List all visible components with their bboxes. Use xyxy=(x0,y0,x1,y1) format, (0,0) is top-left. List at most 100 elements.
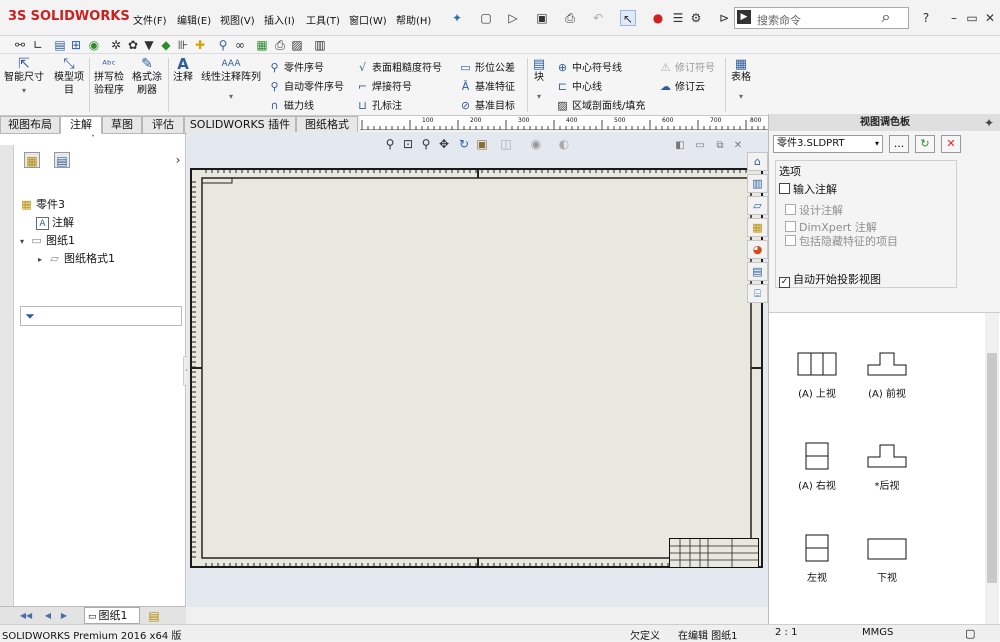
tree-item-annotations[interactable]: A 注解 xyxy=(36,214,74,230)
zoom-to-fit-icon[interactable]: ⚲ xyxy=(382,136,398,152)
datum-target-button[interactable]: ⊘ 基准目标 xyxy=(459,97,515,112)
view-bottom[interactable]: 下视 xyxy=(847,533,927,584)
surface-finish-button[interactable]: √ 表面粗糙度符号 xyxy=(356,59,442,74)
window-close-icon[interactable]: ✕ xyxy=(730,138,746,154)
hidden-features-checkbox[interactable]: 包括隐藏特征的项目 xyxy=(785,233,898,249)
tab-view-layout[interactable]: 视图布局 xyxy=(0,116,60,134)
revision-symbol-button[interactable]: ⚠ 修订符号 xyxy=(659,59,715,74)
tab-sketch[interactable]: 草图 xyxy=(102,116,142,134)
menu-file[interactable]: 文件(F) xyxy=(133,12,167,27)
gear-icon[interactable]: ✲ xyxy=(108,37,124,53)
pin-icon[interactable]: ✦ xyxy=(449,10,465,26)
tree-item-sheet-format[interactable]: ▸ ▱ 图纸格式1 xyxy=(38,250,115,266)
view-palette-icon[interactable]: ▦ xyxy=(747,218,768,237)
menu-tools[interactable]: 工具(T) xyxy=(306,12,340,27)
view-top[interactable]: (A) 上视 xyxy=(777,351,857,400)
appearances-icon[interactable]: ◕ xyxy=(747,240,768,259)
pan-icon[interactable]: ✥ xyxy=(436,136,452,152)
model-items-button[interactable]: ⤡ 模型项目 xyxy=(52,57,86,97)
select-arrow-icon[interactable]: ↖ xyxy=(620,10,636,26)
expand-down-icon[interactable]: ▾ xyxy=(20,237,24,246)
part-file-select[interactable]: 零件3.SLDPRT ▾ xyxy=(773,135,883,153)
area-hatch-button[interactable]: ▨ 区域剖面线/填充 xyxy=(556,97,645,112)
prev-sheet-icon[interactable]: ◀ xyxy=(40,608,56,624)
network-icon[interactable]: ⊞ xyxy=(68,37,84,53)
appearance-icon[interactable]: ◐ xyxy=(556,136,572,152)
open-icon[interactable]: ▷ xyxy=(505,10,521,26)
zoom-icon[interactable]: ⚲ xyxy=(215,37,231,53)
angle-icon[interactable]: ∟ xyxy=(30,37,46,53)
display-style-icon[interactable]: ◫ xyxy=(498,136,514,152)
auto-balloon-button[interactable]: ⚲ 自动零件序号 xyxy=(268,78,344,93)
menu-help[interactable]: 帮助(H) xyxy=(396,12,431,27)
new-document-icon[interactable]: ▢ xyxy=(478,10,494,26)
view-right[interactable]: (A) 右视 xyxy=(777,441,857,492)
hole-callout-button[interactable]: ⊔ 孔标注 xyxy=(356,97,402,112)
next-sheet-icon[interactable]: ▶ xyxy=(56,608,72,624)
glasses-icon[interactable]: ∞ xyxy=(232,37,248,53)
refresh-icon[interactable]: ↻ xyxy=(915,135,935,153)
view-left[interactable]: 左视 xyxy=(777,533,857,584)
import-annotations-checkbox[interactable]: 输入注解 xyxy=(779,181,837,197)
centerline-button[interactable]: ⊏ 中心线 xyxy=(556,78,602,93)
pin-marker-icon[interactable]: ◆ xyxy=(158,37,174,53)
tree-item-part[interactable]: ▦ 零件3 xyxy=(20,196,65,212)
feature-tree-tab-icon[interactable]: ▦ xyxy=(24,152,40,168)
file-explorer-icon[interactable]: ▱ xyxy=(747,196,768,215)
view-back[interactable]: *后视 xyxy=(847,441,927,492)
sheet-scale[interactable]: 2 : 1 xyxy=(775,627,797,638)
add-sheet-icon[interactable]: ▤ xyxy=(146,608,162,624)
note-button[interactable]: A 注释 xyxy=(170,57,196,84)
restore-icon[interactable]: ▭ xyxy=(964,10,980,26)
tree-filter[interactable]: ⏷ xyxy=(20,306,182,326)
table-button[interactable]: ▦ 表格 ▾ xyxy=(728,58,754,103)
clear-icon[interactable]: ✕ xyxy=(941,135,961,153)
tab-annotation[interactable]: 注解 xyxy=(60,116,102,134)
smart-dimension-button[interactable]: ⇱ 智能尺寸 ▾ xyxy=(3,57,45,97)
pin-icon[interactable]: ✦ xyxy=(981,115,997,131)
link-icon[interactable]: ⚯ xyxy=(12,37,28,53)
rebuild-icon[interactable]: ● xyxy=(650,10,666,26)
forum-icon[interactable]: ⌸ xyxy=(747,284,768,303)
center-mark-button[interactable]: ⊕ 中心符号线 xyxy=(556,59,622,74)
browse-button[interactable]: ... xyxy=(889,135,909,153)
magnetic-line-button[interactable]: ∩ 磁力线 xyxy=(268,97,314,112)
save-icon[interactable]: ▣ xyxy=(534,10,550,26)
properties-icon[interactable]: ▥ xyxy=(312,37,328,53)
component-icon[interactable]: ✿ xyxy=(125,37,141,53)
undo-icon[interactable]: ↶ xyxy=(590,10,606,26)
auto-projected-view-checkbox[interactable]: ✓ 自动开始投影视图 xyxy=(779,271,881,288)
panel-grip[interactable]: • xyxy=(0,134,186,140)
image-icon[interactable]: ▨ xyxy=(289,37,305,53)
window-restore-icon[interactable]: ⧉ xyxy=(712,138,728,154)
help-bubble-icon[interactable]: ▢ xyxy=(965,627,975,640)
datum-feature-button[interactable]: Ā 基准特征 xyxy=(459,78,515,93)
sheet-tab-active[interactable]: ▭ 图纸1 xyxy=(84,607,140,624)
chevron-right-icon[interactable]: › xyxy=(170,152,186,168)
measure-icon[interactable]: ⊪ xyxy=(175,37,191,53)
menu-insert[interactable]: 插入(I) xyxy=(264,12,295,27)
redraw-icon[interactable]: ↻ xyxy=(456,136,472,152)
shield-icon[interactable]: ▼ xyxy=(141,37,157,53)
print-preview-icon[interactable]: ⎙ xyxy=(272,37,288,53)
drawing-sheet[interactable] xyxy=(190,168,763,568)
property-manager-tab-icon[interactable]: ▤ xyxy=(54,152,70,168)
spell-check-button[interactable]: ᴬᵇᶜ 拼写检验程序 xyxy=(92,58,126,97)
customize-icon[interactable]: ⊳ xyxy=(716,10,732,26)
resources-home-icon[interactable]: ⌂ xyxy=(747,152,768,171)
weld-symbol-button[interactable]: ⌐ 焊接符号 xyxy=(356,78,412,93)
monitor-icon[interactable]: ▤ xyxy=(52,37,68,53)
format-painter-button[interactable]: ✎ 格式涂刷器 xyxy=(130,57,164,97)
first-sheet-icon[interactable]: ◀◀ xyxy=(18,608,34,624)
balloon-button[interactable]: ⚲ 零件序号 xyxy=(268,59,324,74)
menu-edit[interactable]: 编辑(E) xyxy=(177,12,211,27)
tab-evaluate[interactable]: 评估 xyxy=(142,116,184,134)
expand-right-icon[interactable]: ▸ xyxy=(38,255,42,264)
options-gear-icon[interactable]: ⚙ xyxy=(688,10,704,26)
file-properties-icon[interactable]: ☰ xyxy=(670,10,686,26)
minimize-icon[interactable]: – xyxy=(946,10,962,26)
view-settings-icon[interactable]: ▣ xyxy=(474,136,490,152)
menu-view[interactable]: 视图(V) xyxy=(220,12,255,27)
plus-icon[interactable]: ✚ xyxy=(192,37,208,53)
design-annotations-checkbox[interactable]: 设计注解 xyxy=(785,202,843,218)
